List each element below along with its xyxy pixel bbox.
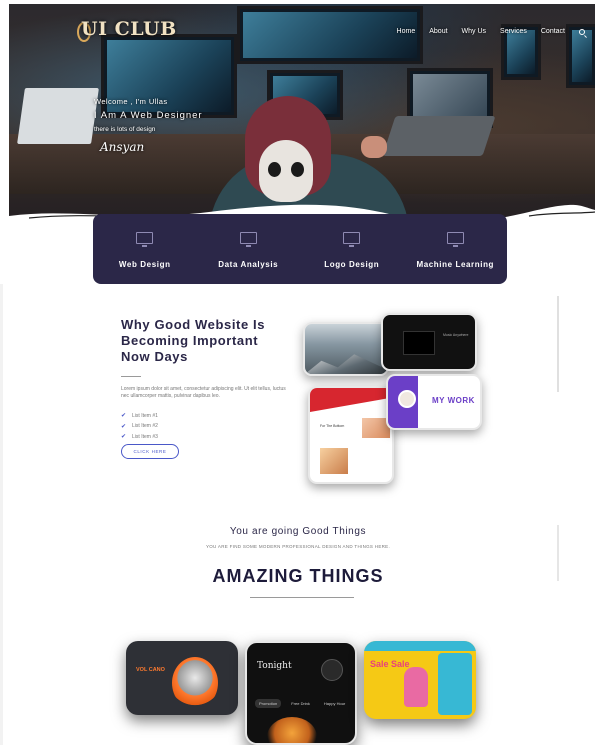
- search-icon[interactable]: [579, 28, 585, 35]
- service-logo-design[interactable]: Logo Design: [304, 232, 400, 269]
- showcase-card-volcano[interactable]: VOL CANO: [126, 641, 238, 715]
- card-tabs: Promotion Free Drink Happy Hour: [255, 699, 349, 708]
- showcase-card-sale[interactable]: Sale Sale: [364, 641, 476, 719]
- hero-photo-monitor: [237, 6, 423, 64]
- avatar: [398, 390, 416, 408]
- list-item: ✔ List Item #3: [121, 433, 158, 440]
- mockup-music-site: Music Anywhere: [381, 313, 477, 371]
- monitor-icon: [239, 232, 257, 247]
- amazing-things-heading: AMAZING THINGS: [212, 566, 384, 586]
- why-body-text: Lorem ipsum dolor sit amet, consectetur …: [121, 386, 286, 399]
- service-data-analysis[interactable]: Data Analysis: [200, 232, 296, 269]
- hero-photo-laptop: [17, 88, 99, 144]
- hero-intro: Welcome , I'm Ullas I Am A Web Designer …: [94, 97, 203, 154]
- good-things-heading: You are going Good Things: [229, 526, 367, 537]
- nav-home[interactable]: Home: [397, 28, 416, 35]
- nav-why-us[interactable]: Why Us: [462, 28, 487, 35]
- hero-tagline: there is lots of design: [94, 126, 156, 133]
- hero-welcome: Welcome , I'm Ullas: [94, 97, 168, 106]
- scrollbar[interactable]: [557, 296, 559, 392]
- service-machine-learning[interactable]: Machine Learning: [407, 232, 503, 269]
- mockup-text: MY WORK: [432, 396, 475, 405]
- mockup-portfolio-site: MY WORK: [386, 374, 482, 430]
- why-divider: [121, 376, 141, 377]
- card-tab[interactable]: Happy Hour: [320, 699, 349, 708]
- good-things-subtitle: YOU ARE FIND SOME MODERN PROFESSIONAL DE…: [205, 544, 391, 549]
- hero-signature: Ansyan: [100, 140, 145, 154]
- list-item: ✔ List Item #1: [121, 412, 158, 419]
- service-label: Data Analysis: [218, 260, 279, 269]
- mockup-mountain-site: [303, 322, 389, 376]
- click-here-button[interactable]: CLICK HERE: [121, 444, 179, 459]
- service-web-design[interactable]: Web Design: [97, 232, 193, 269]
- main-nav: Home About Why Us Services Contact: [397, 28, 585, 35]
- mockup-furniture-site: For The Bottom: [308, 386, 394, 484]
- card-title: Tonight: [257, 661, 292, 671]
- page-edge: [0, 284, 3, 745]
- service-label: Machine Learning: [416, 260, 495, 269]
- amazing-divider: [250, 597, 354, 598]
- showcase-card-tonight[interactable]: Tonight Promotion Free Drink Happy Hour: [245, 641, 357, 745]
- monitor-icon: [136, 232, 154, 247]
- check-icon: ✔: [121, 433, 127, 440]
- services-bar: Web Design Data Analysis Logo Design Mac…: [93, 214, 507, 284]
- skull-mask-icon: [259, 140, 313, 202]
- check-icon: ✔: [121, 412, 127, 419]
- monitor-icon: [343, 232, 361, 247]
- service-label: Web Design: [118, 260, 171, 269]
- hero-photo-keyboard: [382, 116, 496, 156]
- list-item: ✔ List Item #2: [121, 422, 158, 430]
- nav-about[interactable]: About: [429, 28, 447, 35]
- service-label: Logo Design: [324, 260, 380, 269]
- mockup-text: Music Anywhere: [443, 333, 469, 337]
- check-icon: ✔: [121, 422, 127, 430]
- nav-contact[interactable]: Contact: [541, 28, 565, 35]
- card-tab[interactable]: Free Drink: [287, 699, 314, 708]
- hero-photo-hand: [361, 136, 387, 158]
- why-heading: Why Good Website Is Becoming Important N…: [121, 317, 266, 364]
- card-text: VOL CANO: [136, 667, 165, 673]
- site-logo[interactable]: UI CLUB: [81, 18, 177, 40]
- hero-banner: UI CLUB Home About Why Us Services Conta…: [9, 4, 595, 226]
- why-list: ✔ List Item #1 ✔ List Item #2 ✔ List Item #…: [121, 412, 158, 444]
- badge-icon: [321, 659, 343, 681]
- monitor-icon: [446, 232, 464, 247]
- card-text: Sale Sale: [370, 659, 410, 669]
- nav-services[interactable]: Services: [500, 28, 527, 35]
- hero-headline: I Am A Web Designer: [94, 110, 203, 121]
- card-tab[interactable]: Promotion: [255, 699, 282, 708]
- mockup-text: For The Bottom: [320, 424, 345, 428]
